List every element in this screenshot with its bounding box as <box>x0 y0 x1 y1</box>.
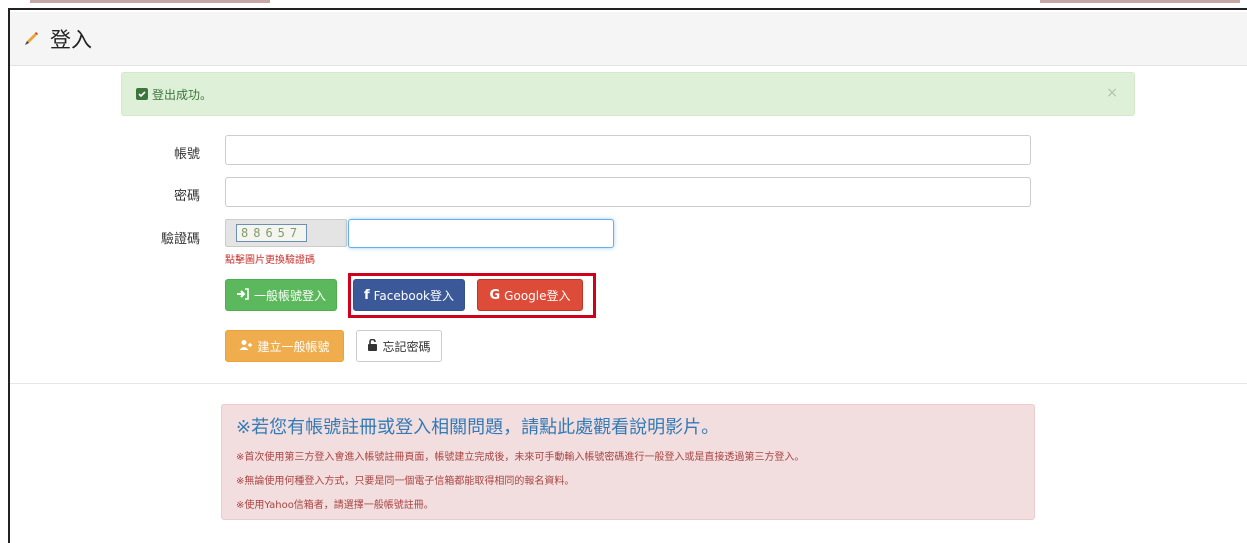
help-notice: ※若您有帳號註冊或登入相關問題，請點此處觀看說明影片。 ※首次使用第三方登入會進… <box>221 404 1035 520</box>
close-icon[interactable]: × <box>1106 85 1118 101</box>
logout-success-alert: 登出成功。 × <box>121 72 1135 116</box>
sign-in-icon <box>236 287 250 303</box>
password-input[interactable] <box>225 177 1031 207</box>
unlock-icon <box>367 338 378 354</box>
forgot-password-label: 忘記密碼 <box>382 339 431 354</box>
help-video-link[interactable]: ※若您有帳號註冊或登入相關問題，請點此處觀看說明影片。 <box>236 413 1020 439</box>
facebook-icon: f <box>363 287 370 303</box>
captcha-label: 驗證碼 <box>160 232 200 247</box>
password-label: 密碼 <box>173 189 200 204</box>
general-login-label: 一般帳號登入 <box>253 288 326 303</box>
captcha-input[interactable] <box>348 219 614 248</box>
facebook-login-label: Facebook登入 <box>373 288 455 303</box>
panel-header: 登入 <box>10 12 1247 66</box>
notice-line: ※無論使用何種登入方式，只要是同一個電子信箱都能取得相同的報名資料。 <box>236 476 575 487</box>
captcha-image[interactable]: 88657 <box>225 219 347 247</box>
top-accent <box>1040 0 1240 3</box>
google-login-label: Google登入 <box>504 288 571 303</box>
check-square-icon <box>136 88 148 100</box>
facebook-login-button[interactable]: f Facebook登入 <box>353 279 465 311</box>
divider <box>10 383 1247 384</box>
general-login-button[interactable]: 一般帳號登入 <box>225 279 337 311</box>
forgot-password-button[interactable]: 忘記密碼 <box>356 330 442 362</box>
pencil-icon <box>20 28 42 50</box>
create-account-button[interactable]: 建立一般帳號 <box>225 330 344 362</box>
captcha-code: 88657 <box>236 224 308 242</box>
account-label: 帳號 <box>173 147 200 162</box>
account-input[interactable] <box>225 135 1031 165</box>
page-title: 登入 <box>50 27 92 52</box>
login-panel: 登入 登出成功。 × 帳號 密碼 驗證碼 88657 點擊圖片更換驗證碼 一般帳… <box>8 8 1247 543</box>
alert-message: 登出成功。 <box>152 87 213 102</box>
user-plus-icon <box>239 339 253 354</box>
captcha-hint[interactable]: 點擊圖片更換驗證碼 <box>225 251 315 266</box>
notice-line: ※使用Yahoo信箱者，請選擇一般帳號註冊。 <box>236 500 434 511</box>
google-icon: G <box>489 287 501 303</box>
top-accent <box>30 0 270 3</box>
create-account-label: 建立一般帳號 <box>257 339 330 354</box>
notice-line: ※首次使用第三方登入會進入帳號註冊頁面，帳號建立完成後，未來可手動輸入帳號密碼進… <box>236 452 805 463</box>
google-login-button[interactable]: G Google登入 <box>477 279 583 311</box>
